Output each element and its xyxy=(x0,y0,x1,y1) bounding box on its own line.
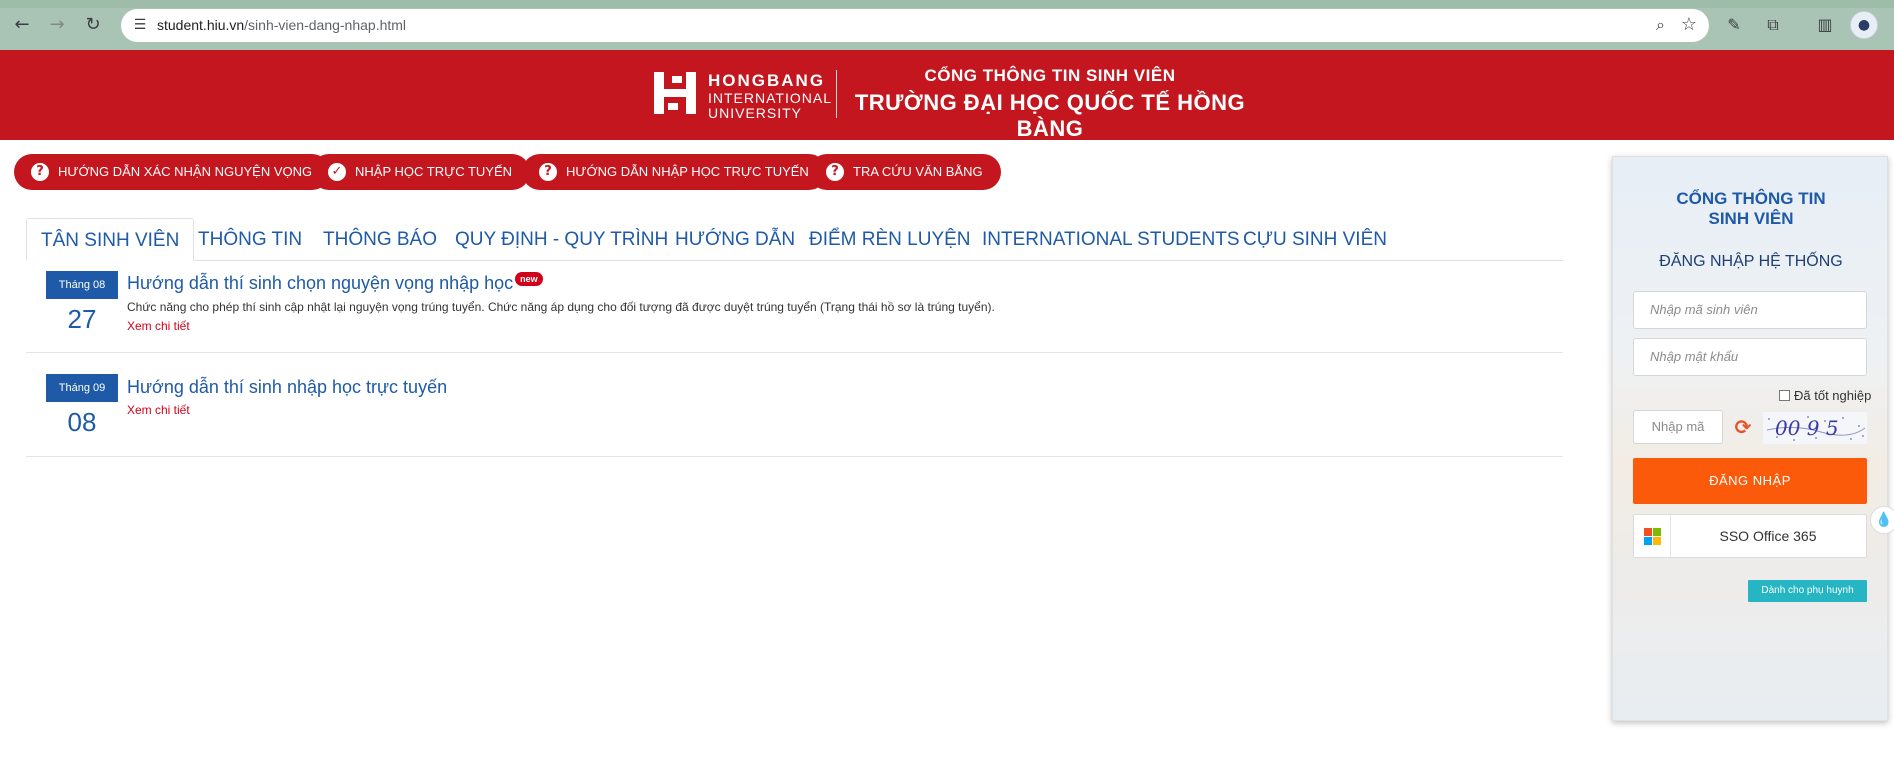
star-icon[interactable]: ☆ xyxy=(1681,14,1697,35)
quick-button-diploma-lookup[interactable]: ? TRA CỨU VĂN BẰNG xyxy=(809,154,1001,190)
date-month: Tháng 08 xyxy=(46,271,118,299)
tab-announcements[interactable]: THÔNG BÁO xyxy=(323,218,437,261)
login-panel: CỔNG THÔNG TIN SINH VIÊN ĐĂNG NHẬP HỆ TH… xyxy=(1612,156,1888,721)
question-icon: ? xyxy=(826,163,844,181)
password-input[interactable]: Nhập mật khẩu xyxy=(1633,338,1867,376)
browser-toolbar: ← → ↻ ☰ student.hiu.vn/sinh-vien-dang-nh… xyxy=(0,0,1894,50)
tab-new-students[interactable]: TÂN SINH VIÊN xyxy=(26,218,195,261)
captcha-input[interactable]: Nhập mã xyxy=(1633,410,1723,444)
logo-line-1: HONGBANG xyxy=(708,71,826,90)
checkbox-box[interactable] xyxy=(1779,390,1790,401)
news-title-link[interactable]: Hướng dẫn thí sinh chọn nguyện vọng nhập… xyxy=(127,272,543,294)
url-host: student.hiu.vn xyxy=(157,17,245,33)
read-more-link[interactable]: Xem chi tiết xyxy=(127,319,190,333)
logo-line-3: UNIVERSITY xyxy=(708,105,803,121)
login-portal-title: CỔNG THÔNG TIN SINH VIÊN xyxy=(1613,189,1889,229)
side-panel-icon[interactable]: ▥ xyxy=(1813,13,1837,37)
graduated-label: Đã tốt nghiệp xyxy=(1794,388,1872,403)
tab-international-students[interactable]: INTERNATIONAL STUDENTS xyxy=(982,218,1240,261)
banner-title: CỔNG THÔNG TIN SINH VIÊN TRƯỜNG ĐẠI HỌC … xyxy=(850,66,1250,142)
reload-icon[interactable]: ↻ xyxy=(83,15,103,35)
quick-button-label: HƯỚNG DẪN NHẬP HỌC TRỰC TUYẾN xyxy=(566,164,809,179)
date-day: 08 xyxy=(67,407,97,437)
tab-strip xyxy=(0,0,1894,8)
university-name: TRƯỜNG ĐẠI HỌC QUỐC TẾ HỒNG BÀNG xyxy=(854,90,1246,141)
quick-button-label: NHẬP HỌC TRỰC TUYẾN xyxy=(355,164,513,179)
graduated-checkbox[interactable]: Đã tốt nghiệp xyxy=(1779,388,1871,403)
quick-button-label: HƯỚNG DẪN XÁC NHẬN NGUYỆN VỌNG xyxy=(58,164,313,179)
sso-label: SSO Office 365 xyxy=(1719,528,1817,544)
news-title-link[interactable]: Hướng dẫn thí sinh nhập học trực tuyến xyxy=(127,377,447,398)
puzzle-icon[interactable]: ⧉ xyxy=(1761,13,1785,37)
site-settings-icon[interactable]: ☰ xyxy=(131,16,149,34)
new-badge: new xyxy=(515,272,543,286)
date-month: Tháng 09 xyxy=(46,374,118,402)
back-icon[interactable]: ← xyxy=(12,15,32,35)
tab-information[interactable]: THÔNG TIN xyxy=(198,218,302,261)
url-path: /sinh-vien-dang-nhap.html xyxy=(244,17,407,33)
microsoft-icon xyxy=(1644,528,1661,545)
captcha-image: 00 9 5 xyxy=(1763,412,1867,444)
logo-line-2: INTERNATIONAL xyxy=(708,90,832,106)
date-badge: Tháng 08 27 xyxy=(46,271,118,339)
student-id-input[interactable]: Nhập mã sinh viên xyxy=(1633,291,1867,329)
date-day: 27 xyxy=(67,304,97,334)
forward-icon[interactable]: → xyxy=(47,15,67,35)
zoom-icon[interactable]: ⌕ xyxy=(1656,15,1665,35)
portal-title: CỔNG THÔNG TIN SINH VIÊN xyxy=(924,66,1176,85)
quick-button-online-enrollment[interactable]: ✓ NHẬP HỌC TRỰC TUYẾN xyxy=(311,154,531,190)
news-description: Chức năng cho phép thí sinh cập nhật lại… xyxy=(127,300,995,314)
question-icon: ? xyxy=(539,163,557,181)
address-bar[interactable]: ☰ student.hiu.vn/sinh-vien-dang-nhap.htm… xyxy=(121,9,1709,42)
url-text[interactable]: student.hiu.vn/sinh-vien-dang-nhap.html xyxy=(157,17,406,33)
login-button[interactable]: ĐĂNG NHẬP xyxy=(1633,458,1867,504)
logo-wordmark: HONGBANG INTERNATIONAL UNIVERSITY xyxy=(708,71,832,121)
captcha-text: 00 9 5 xyxy=(1775,416,1839,440)
question-icon: ? xyxy=(31,163,49,181)
parent-access-button[interactable]: Dành cho phụ huynh xyxy=(1748,580,1867,602)
login-subtitle: ĐĂNG NHẬP HỆ THỐNG xyxy=(1659,253,1843,270)
read-more-link[interactable]: Xem chi tiết xyxy=(127,403,190,417)
check-icon: ✓ xyxy=(328,163,346,181)
captcha-noise: 00 9 5 xyxy=(1766,416,1866,441)
date-badge: Tháng 09 08 xyxy=(46,374,118,442)
login-title-line-2: SINH VIÊN xyxy=(1708,209,1794,228)
login-title-line-1: CỔNG THÔNG TIN xyxy=(1676,189,1826,208)
floating-widget-icon[interactable]: 💧 xyxy=(1870,506,1894,534)
news-item: Tháng 09 08 xyxy=(26,353,1563,457)
news-title-text: Hướng dẫn thí sinh chọn nguyện vọng nhập… xyxy=(127,273,514,293)
tab-conduct-scores[interactable]: ĐIỂM RÈN LUYỆN xyxy=(809,218,971,261)
banner-divider xyxy=(836,70,837,118)
sso-office365-button[interactable]: SSO Office 365 xyxy=(1633,514,1867,558)
tab-regulations[interactable]: QUY ĐỊNH - QUY TRÌNH xyxy=(455,218,668,261)
quick-button-confirm-wish[interactable]: ? HƯỚNG DẪN XÁC NHẬN NGUYỆN VỌNG xyxy=(14,154,331,190)
refresh-captcha-icon[interactable]: ⟳ xyxy=(1731,415,1755,439)
profile-icon[interactable]: ● xyxy=(1850,11,1878,39)
tab-guides[interactable]: HƯỚNG DẪN xyxy=(675,218,795,261)
quick-button-enrollment-guide[interactable]: ? HƯỚNG DẪN NHẬP HỌC TRỰC TUYẾN xyxy=(522,154,827,190)
tab-alumni[interactable]: CỰU SINH VIÊN xyxy=(1243,218,1387,261)
quick-button-label: TRA CỨU VĂN BẰNG xyxy=(853,164,983,179)
university-logo-icon[interactable] xyxy=(652,70,698,116)
logo-h-icon xyxy=(654,72,696,114)
extension-icon[interactable]: ✎ xyxy=(1722,13,1746,37)
